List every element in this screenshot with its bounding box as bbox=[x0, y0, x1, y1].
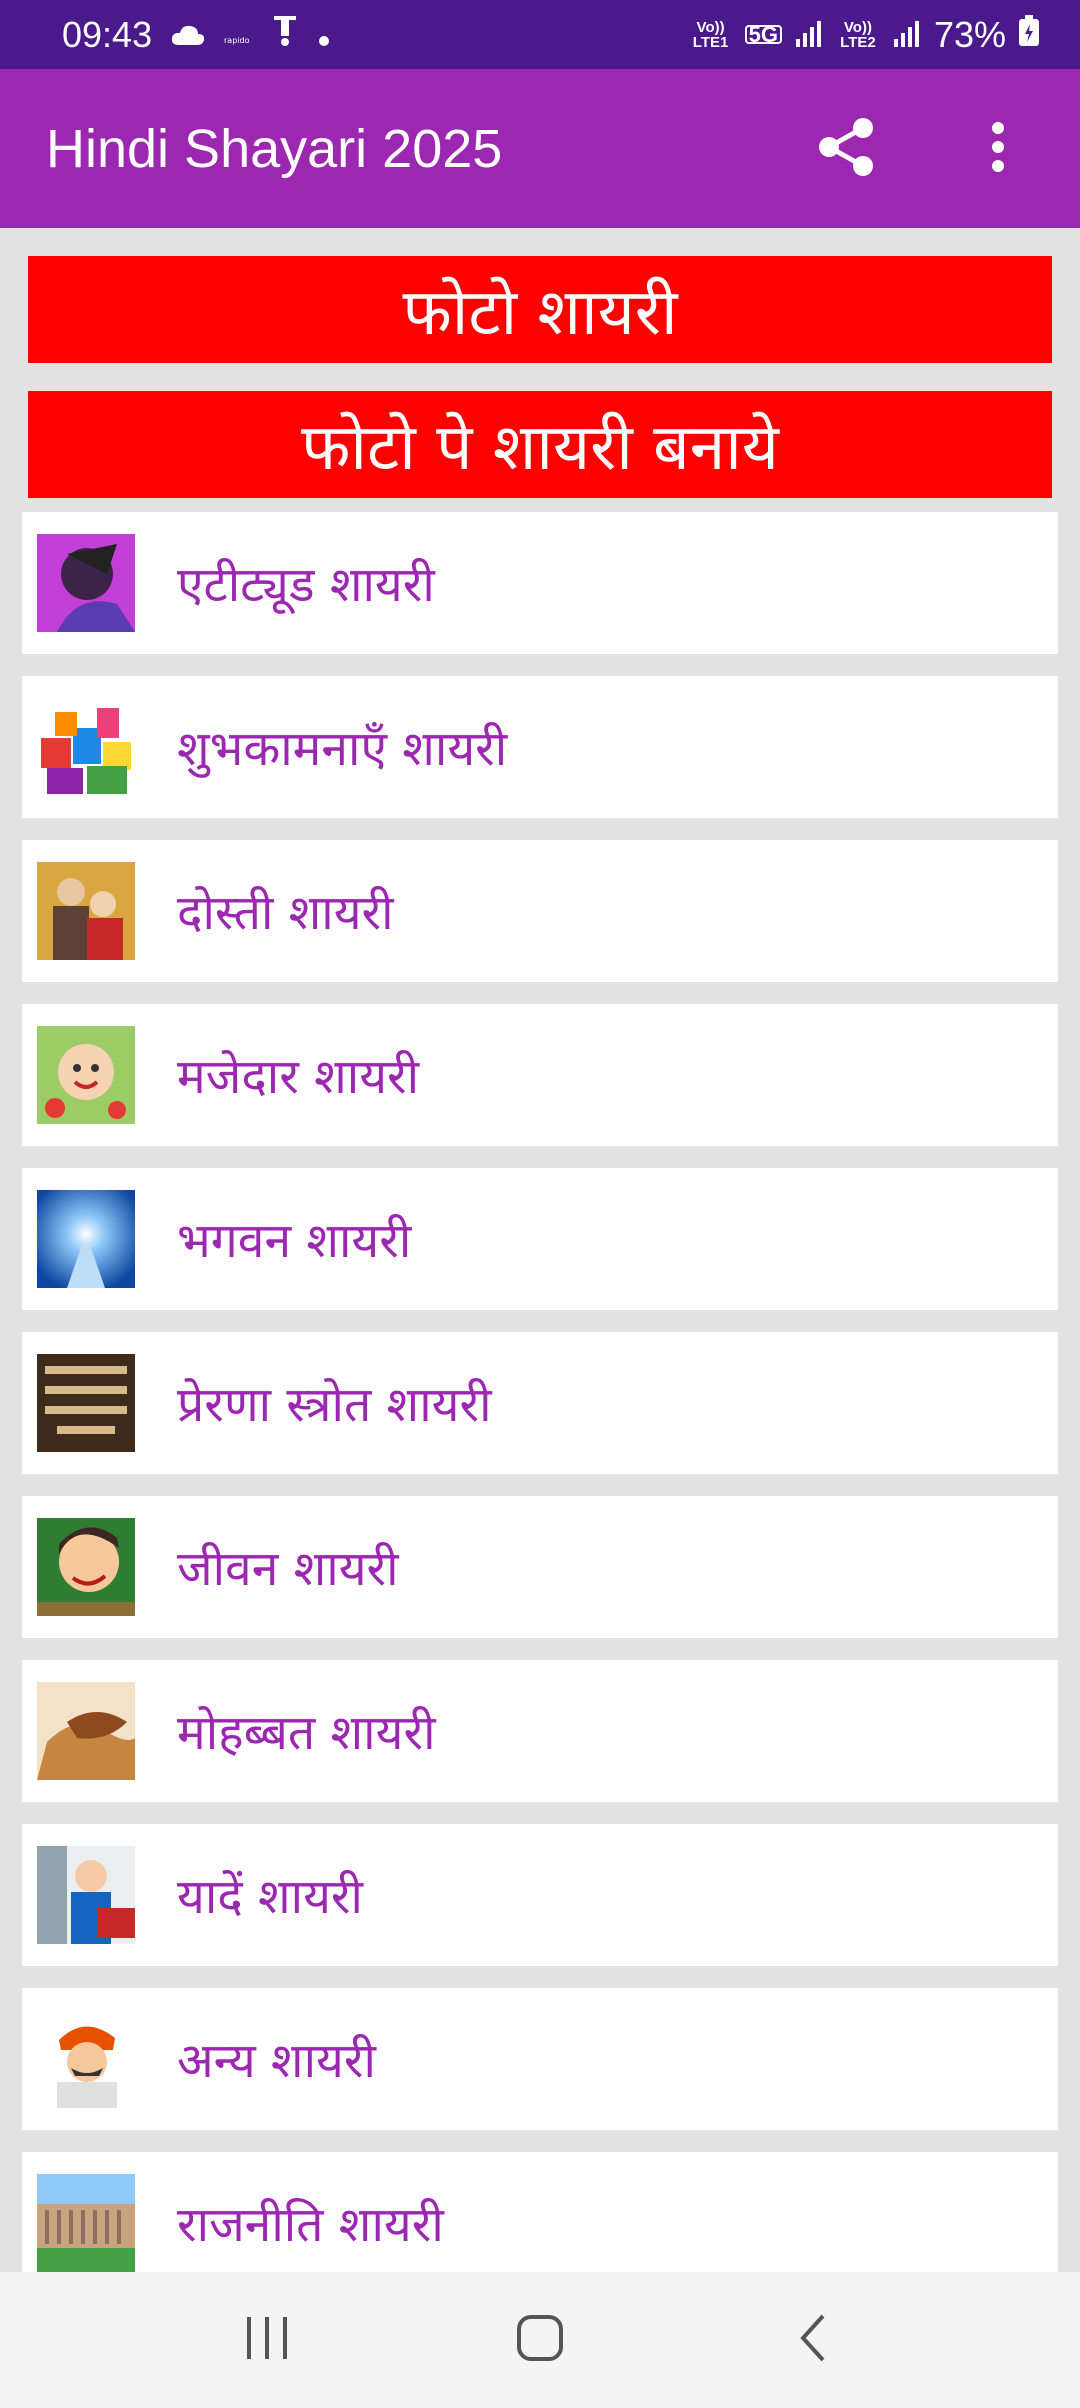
home-icon bbox=[515, 2313, 565, 2367]
category-label: मजेदार शायरी bbox=[177, 1048, 420, 1105]
app-bar: Hindi Shayari 2025 bbox=[0, 69, 1080, 228]
signal-2-icon bbox=[892, 14, 922, 56]
network-type-label: 5G bbox=[744, 24, 782, 46]
category-label: शुभकामनाएँ शायरी bbox=[177, 720, 508, 777]
god-thumbnail bbox=[37, 1190, 135, 1288]
funny-thumbnail bbox=[37, 1026, 135, 1124]
category-label: यादें शायरी bbox=[177, 1868, 363, 1925]
photo-shayari-button[interactable]: फोटो शायरी bbox=[28, 256, 1052, 363]
home-button[interactable] bbox=[495, 2295, 585, 2385]
battery-percent: 73% bbox=[933, 13, 1006, 55]
recents-button[interactable] bbox=[222, 2295, 312, 2385]
more-vert-icon bbox=[990, 121, 1006, 176]
scooter-notification-icon bbox=[270, 12, 300, 57]
category-item-attitude[interactable]: एटीट्यूड शायरी bbox=[22, 512, 1058, 654]
app-notification-icon: rapido bbox=[224, 14, 252, 56]
category-item-friendship[interactable]: दोस्ती शायरी bbox=[22, 840, 1058, 982]
create-photo-shayari-button[interactable]: फोटो पे शायरी बनाये bbox=[28, 391, 1052, 498]
dot-indicator-icon bbox=[318, 14, 330, 56]
category-list: एटीट्यूड शायरी शुभकामनाएँ शायरी दोस्ती श… bbox=[22, 512, 1058, 2316]
category-label: जीवन शायरी bbox=[177, 1540, 399, 1597]
category-label: मोहब्बत शायरी bbox=[177, 1704, 436, 1761]
app-title: Hindi Shayari 2025 bbox=[46, 118, 503, 179]
status-time: 09:43 bbox=[62, 13, 153, 55]
category-label: अन्य शायरी bbox=[177, 2032, 376, 2089]
category-item-life[interactable]: जीवन शायरी bbox=[22, 1496, 1058, 1638]
love-thumbnail bbox=[37, 1682, 135, 1780]
category-item-funny[interactable]: मजेदार शायरी bbox=[22, 1004, 1058, 1146]
category-label: राजनीति शायरी bbox=[177, 2196, 444, 2253]
other-thumbnail bbox=[37, 2010, 135, 2108]
back-button[interactable] bbox=[768, 2295, 858, 2385]
recents-icon bbox=[243, 2315, 291, 2365]
motivation-thumbnail bbox=[37, 1354, 135, 1452]
category-label: दोस्ती शायरी bbox=[177, 884, 394, 941]
attitude-thumbnail bbox=[37, 534, 135, 632]
category-item-motivation[interactable]: प्रेरणा स्त्रोत शायरी bbox=[22, 1332, 1058, 1474]
category-item-memories[interactable]: यादें शायरी bbox=[22, 1824, 1058, 1966]
category-item-love[interactable]: मोहब्बत शायरी bbox=[22, 1660, 1058, 1802]
share-button[interactable] bbox=[810, 113, 882, 185]
status-bar: 09:43 rapido Vo)) LTE1 5G Vo)) LTE2 73% bbox=[0, 0, 1080, 69]
system-nav-bar bbox=[0, 2272, 1080, 2408]
category-label: प्रेरणा स्त्रोत शायरी bbox=[177, 1376, 492, 1433]
share-icon bbox=[813, 114, 879, 184]
sim1-label: Vo)) LTE1 bbox=[692, 18, 729, 51]
overflow-menu-button[interactable] bbox=[962, 113, 1034, 185]
category-label: एटीट्यूड शायरी bbox=[177, 556, 435, 613]
svg-text:rapido: rapido bbox=[224, 36, 250, 45]
gifts-thumbnail bbox=[37, 698, 135, 796]
battery-icon bbox=[1018, 14, 1040, 56]
signal-icon bbox=[794, 14, 824, 56]
create-photo-shayari-label: फोटो पे शायरी बनाये bbox=[301, 411, 779, 485]
category-item-god[interactable]: भगवन शायरी bbox=[22, 1168, 1058, 1310]
back-icon bbox=[795, 2312, 831, 2368]
category-item-other[interactable]: अन्य शायरी bbox=[22, 1988, 1058, 2130]
category-item-greetings[interactable]: शुभकामनाएँ शायरी bbox=[22, 676, 1058, 818]
cloud-icon bbox=[170, 14, 206, 56]
life-thumbnail bbox=[37, 1518, 135, 1616]
memories-thumbnail bbox=[37, 1846, 135, 1944]
politics-thumbnail bbox=[37, 2174, 135, 2272]
photo-shayari-label: फोटो शायरी bbox=[402, 276, 678, 350]
friendship-thumbnail bbox=[37, 862, 135, 960]
category-label: भगवन शायरी bbox=[177, 1212, 412, 1269]
sim2-label: Vo)) LTE2 bbox=[840, 18, 876, 51]
